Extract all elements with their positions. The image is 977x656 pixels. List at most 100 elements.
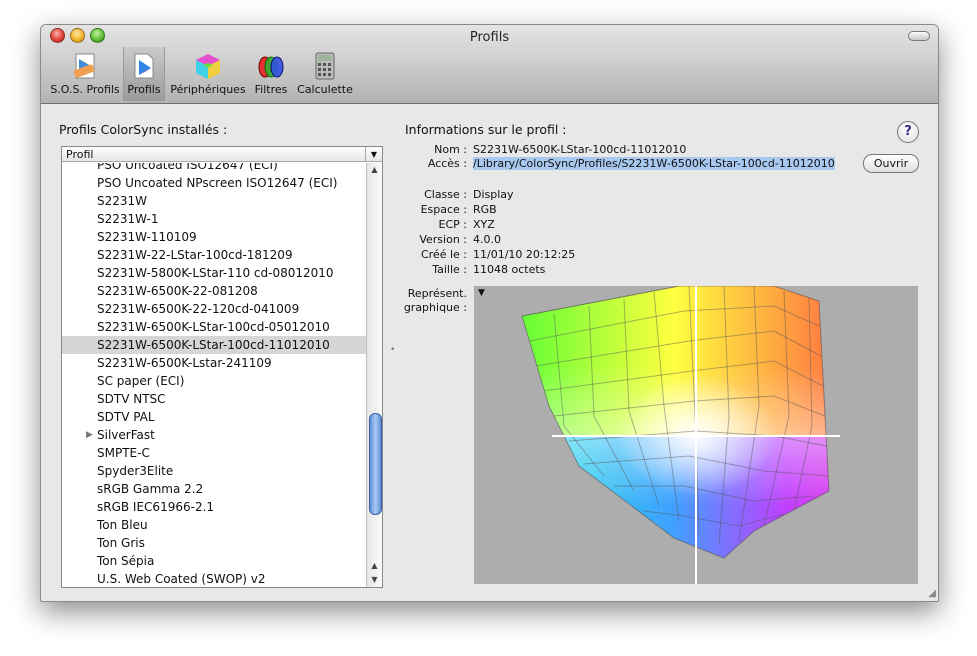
sos-profiles-icon bbox=[73, 53, 95, 79]
profile-list-item[interactable]: Ton Bleu bbox=[62, 516, 367, 534]
profile-list-item[interactable]: S2231W-22-LStar-100cd-181209 bbox=[62, 246, 367, 264]
toolbar-label: Profils bbox=[127, 83, 161, 96]
field-label: Accès : bbox=[427, 157, 467, 170]
chevron-down-icon[interactable]: ▼ bbox=[365, 147, 382, 162]
profile-list-item-label: SMPTE-C bbox=[97, 446, 150, 460]
scroll-up-arrow-icon[interactable]: ▲ bbox=[367, 163, 382, 177]
profile-list-item[interactable]: PSO Uncoated NPscreen ISO12647 (ECI) bbox=[62, 174, 367, 192]
space-value: RGB bbox=[473, 203, 497, 216]
split-handle[interactable]: • bbox=[390, 345, 395, 355]
gamut-3d-plot[interactable] bbox=[474, 285, 918, 584]
profile-list-item[interactable]: S2231W-1 bbox=[62, 210, 367, 228]
graph-label: Représent. graphique : bbox=[387, 287, 467, 315]
profile-list-item[interactable]: S2231W-5800K-LStar-110 cd-08012010 bbox=[62, 264, 367, 282]
profile-list-item[interactable]: ▶ SilverFast bbox=[62, 426, 367, 444]
profile-list-item-label: S2231W-5800K-LStar-110 cd-08012010 bbox=[97, 266, 334, 280]
profile-list-item-label: S2231W-6500K-22-120cd-041009 bbox=[97, 302, 300, 316]
profile-column-header[interactable]: Profil ▼ bbox=[62, 147, 382, 162]
profile-list-item[interactable]: S2231W-6500K-LStar-100cd-11012010 bbox=[62, 336, 367, 354]
profile-list-item[interactable]: SMPTE-C bbox=[62, 444, 367, 462]
field-label: Créé le : bbox=[420, 248, 467, 261]
profile-list-item-label: sRGB Gamma 2.2 bbox=[97, 482, 204, 496]
profile-list-item-label: PSO Uncoated NPscreen ISO12647 (ECI) bbox=[97, 176, 338, 190]
toolbar-toggle-button[interactable] bbox=[908, 31, 930, 41]
installed-profiles-title: Profils ColorSync installés : bbox=[59, 122, 228, 137]
filters-icon bbox=[258, 56, 284, 78]
created-value: 11/01/10 20:12:25 bbox=[473, 248, 576, 261]
profile-list-item[interactable]: S2231W-6500K-Lstar-241109 bbox=[62, 354, 367, 372]
profile-list-item-label: SDTV NTSC bbox=[97, 392, 166, 406]
toolbar-label: Périphériques bbox=[170, 83, 246, 96]
toolbar-filters[interactable]: Filtres bbox=[251, 47, 291, 101]
calculator-icon bbox=[315, 52, 335, 80]
toolbar-sos-profiles[interactable]: S.O.S. Profils bbox=[47, 47, 123, 101]
profile-list-item[interactable]: SDTV NTSC bbox=[62, 390, 367, 408]
profile-list-item[interactable]: sRGB Gamma 2.2 bbox=[62, 480, 367, 498]
profile-list-item[interactable]: S2231W-6500K-LStar-100cd-05012010 bbox=[62, 318, 367, 336]
profile-list-item-label: S2231W-6500K-22-081208 bbox=[97, 284, 258, 298]
profile-path-value[interactable]: /Library/ColorSync/Profiles/S2231W-6500K… bbox=[473, 157, 835, 170]
field-label: Espace : bbox=[420, 203, 467, 216]
toolbar: Profils S.O.S. Profils Profils Périphéri… bbox=[41, 25, 938, 104]
profile-list-item-label: S2231W-6500K-LStar-100cd-05012010 bbox=[97, 320, 330, 334]
size-value: 11048 octets bbox=[473, 263, 546, 276]
scroll-up-arrow-icon[interactable]: ▲ bbox=[367, 559, 382, 573]
profile-list-item[interactable]: S2231W-6500K-22-081208 bbox=[62, 282, 367, 300]
toolbar-devices[interactable]: Périphériques bbox=[169, 47, 247, 101]
profiles-list[interactable]: Profil ▼ PSO Uncoated ISO12647 (ECI) PSO … bbox=[61, 146, 383, 588]
graph-menu-icon[interactable]: ▼ bbox=[478, 288, 485, 298]
profile-list-item-label: Ton Gris bbox=[97, 536, 145, 550]
graph-label-line: graphique : bbox=[403, 301, 467, 314]
window-title: Profils bbox=[469, 30, 510, 45]
profile-list-item[interactable]: Spyder3Elite bbox=[62, 462, 367, 480]
profile-list-item[interactable]: S2231W-110109 bbox=[62, 228, 367, 246]
toolbar-calculator[interactable]: Calculette bbox=[295, 47, 355, 101]
disclosure-triangle-icon[interactable]: ▶ bbox=[86, 426, 93, 444]
profiles-rows: PSO Uncoated ISO12647 (ECI) PSO Uncoated … bbox=[62, 163, 367, 587]
profile-list-item-label: SilverFast bbox=[97, 428, 155, 442]
help-button[interactable]: ? bbox=[897, 121, 919, 143]
profile-list-item-label: PSO Uncoated ISO12647 (ECI) bbox=[97, 163, 278, 172]
open-button[interactable]: Ouvrir bbox=[863, 154, 919, 173]
graph-label-line: Représent. bbox=[407, 287, 467, 300]
version-value: 4.0.0 bbox=[473, 233, 501, 246]
profile-list-item[interactable]: sRGB IEC61966-2.1 bbox=[62, 498, 367, 516]
gamut-graph[interactable]: ▼ bbox=[474, 285, 918, 584]
column-header-label: Profil bbox=[66, 148, 94, 161]
profile-list-item-label: S2231W-22-LStar-100cd-181209 bbox=[97, 248, 293, 262]
scroll-down-arrow-icon[interactable]: ▼ bbox=[367, 573, 382, 587]
profile-list-item-label: Ton Sépia bbox=[97, 554, 155, 568]
profiles-window: Profils S.O.S. Profils Profils Périphéri… bbox=[40, 24, 939, 602]
profile-list-item-label: sRGB IEC61966-2.1 bbox=[97, 500, 215, 514]
profile-name-value: S2231W-6500K-LStar-100cd-11012010 bbox=[473, 143, 687, 156]
profile-list-item[interactable]: PSO Uncoated ISO12647 (ECI) bbox=[62, 163, 367, 174]
profiles-icon bbox=[134, 53, 154, 79]
profile-list-item[interactable]: S2231W-6500K-22-120cd-041009 bbox=[62, 300, 367, 318]
profile-list-item-label: Spyder3Elite bbox=[97, 464, 174, 478]
field-label: Version : bbox=[419, 233, 467, 246]
profile-list-item[interactable]: U.S. Web Coated (SWOP) v2 bbox=[62, 570, 367, 587]
toolbar-label: S.O.S. Profils bbox=[50, 83, 120, 96]
field-label: Taille : bbox=[432, 263, 467, 276]
profile-list-item-label: S2231W-110109 bbox=[97, 230, 197, 244]
profile-list-item[interactable]: Ton Sépia bbox=[62, 552, 367, 570]
resize-grip-icon[interactable]: ◢ bbox=[928, 588, 936, 599]
class-value: Display bbox=[473, 188, 514, 201]
profile-list-item-label: SDTV PAL bbox=[97, 410, 155, 424]
toolbar-label: Calculette bbox=[297, 83, 353, 96]
toolbar-label: Filtres bbox=[254, 83, 288, 96]
profile-list-item-label: Ton Bleu bbox=[97, 518, 148, 532]
toolbar-profiles[interactable]: Profils bbox=[123, 47, 165, 101]
profile-list-item[interactable]: Ton Gris bbox=[62, 534, 367, 552]
pcs-value: XYZ bbox=[473, 218, 495, 231]
devices-icon bbox=[196, 54, 220, 79]
profile-list-item[interactable]: SC paper (ECI) bbox=[62, 372, 367, 390]
profiles-scrollbar[interactable]: ▲ ▲ ▼ bbox=[366, 163, 382, 587]
field-label: ECP : bbox=[438, 218, 467, 231]
profile-list-item-label: S2231W bbox=[97, 194, 148, 208]
scrollbar-thumb[interactable] bbox=[369, 413, 382, 515]
profile-list-item[interactable]: S2231W bbox=[62, 192, 367, 210]
profile-list-item[interactable]: SDTV PAL bbox=[62, 408, 367, 426]
field-label: Classe : bbox=[424, 188, 467, 201]
profile-info-title: Informations sur le profil : bbox=[405, 122, 567, 137]
